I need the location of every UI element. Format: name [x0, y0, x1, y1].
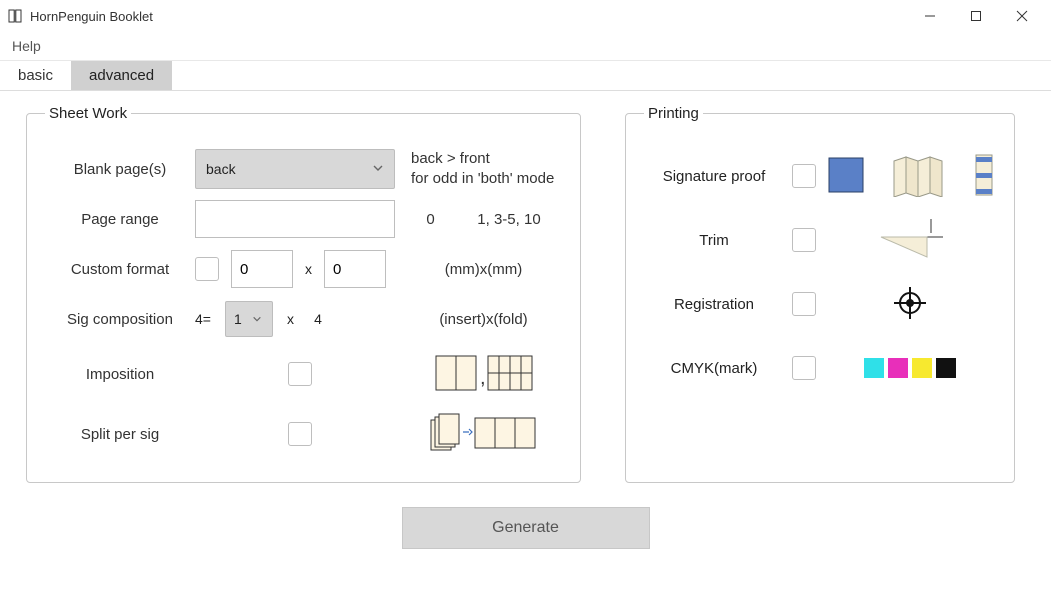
- color-swatch-icon: [826, 155, 866, 198]
- sig-insert-value: 1: [234, 311, 242, 327]
- chevron-down-icon: [252, 311, 262, 327]
- minimize-button[interactable]: [907, 0, 953, 32]
- signature-proof-label: Signature proof: [644, 168, 784, 185]
- titlebar: HornPenguin Booklet: [0, 0, 1051, 32]
- generate-button[interactable]: Generate: [402, 507, 650, 549]
- custom-height-input[interactable]: [324, 250, 386, 288]
- sheet-work-legend: Sheet Work: [45, 105, 131, 122]
- registration-checkbox[interactable]: [792, 292, 816, 316]
- sig-hint: (insert)x(fold): [405, 311, 562, 328]
- cmyk-k-swatch: [936, 358, 956, 378]
- printing-group: Printing Signature proof: [625, 105, 1015, 483]
- sig-fold: 4: [308, 311, 328, 327]
- custom-format-checkbox[interactable]: [195, 257, 219, 281]
- imposition-checkbox[interactable]: [288, 362, 312, 386]
- chevron-down-icon: [372, 161, 384, 177]
- cmyk-label: CMYK(mark): [644, 360, 784, 377]
- trim-mark-icon: [875, 217, 945, 264]
- registration-label: Registration: [644, 296, 784, 313]
- registration-mark-icon: [893, 286, 927, 323]
- tab-basic[interactable]: basic: [0, 61, 71, 90]
- custom-format-hint: (mm)x(mm): [405, 261, 562, 278]
- custom-format-label: Custom format: [45, 261, 195, 278]
- imposition-icon: ,: [434, 354, 534, 395]
- cmyk-c-swatch: [864, 358, 884, 378]
- sig-strip-icon: [974, 153, 994, 200]
- imposition-label: Imposition: [45, 366, 195, 383]
- window-title: HornPenguin Booklet: [30, 9, 153, 24]
- printing-legend: Printing: [644, 105, 703, 122]
- accordion-booklet-icon: [892, 153, 948, 200]
- trim-checkbox[interactable]: [792, 228, 816, 252]
- blank-pages-select[interactable]: back: [195, 149, 395, 189]
- tab-advanced[interactable]: advanced: [71, 61, 172, 90]
- split-per-sig-icon: [429, 412, 539, 457]
- page-range-example: 1, 3-5, 10: [477, 211, 540, 228]
- blank-pages-label: Blank page(s): [45, 161, 195, 178]
- trim-label: Trim: [644, 232, 784, 249]
- svg-text:,: ,: [480, 367, 486, 389]
- menubar: Help: [0, 32, 1051, 61]
- blank-pages-hint-1: back > front: [411, 149, 562, 169]
- sig-prefix: 4=: [195, 311, 211, 327]
- window-controls: [907, 0, 1045, 32]
- close-button[interactable]: [999, 0, 1045, 32]
- blank-pages-hint-2: for odd in 'both' mode: [411, 169, 562, 189]
- split-per-sig-label: Split per sig: [45, 426, 195, 443]
- sig-insert-select[interactable]: 1: [225, 301, 273, 337]
- sheet-work-group: Sheet Work Blank page(s) back back > fro…: [26, 105, 581, 483]
- signature-proof-checkbox[interactable]: [792, 164, 816, 188]
- page-range-input[interactable]: [195, 200, 395, 238]
- custom-width-input[interactable]: [231, 250, 293, 288]
- maximize-button[interactable]: [953, 0, 999, 32]
- sig-x: x: [287, 311, 294, 327]
- cmyk-y-swatch: [912, 358, 932, 378]
- cmyk-m-swatch: [888, 358, 908, 378]
- page-range-label: Page range: [45, 211, 195, 228]
- split-per-sig-checkbox[interactable]: [288, 422, 312, 446]
- cmyk-checkbox[interactable]: [792, 356, 816, 380]
- blank-pages-value: back: [206, 161, 236, 177]
- custom-x: x: [305, 261, 312, 277]
- page-range-count: 0: [426, 211, 434, 228]
- sig-composition-label: Sig composition: [45, 311, 195, 328]
- tabbar: basic advanced: [0, 61, 1051, 91]
- menu-help[interactable]: Help: [4, 34, 49, 58]
- app-icon: [6, 7, 24, 25]
